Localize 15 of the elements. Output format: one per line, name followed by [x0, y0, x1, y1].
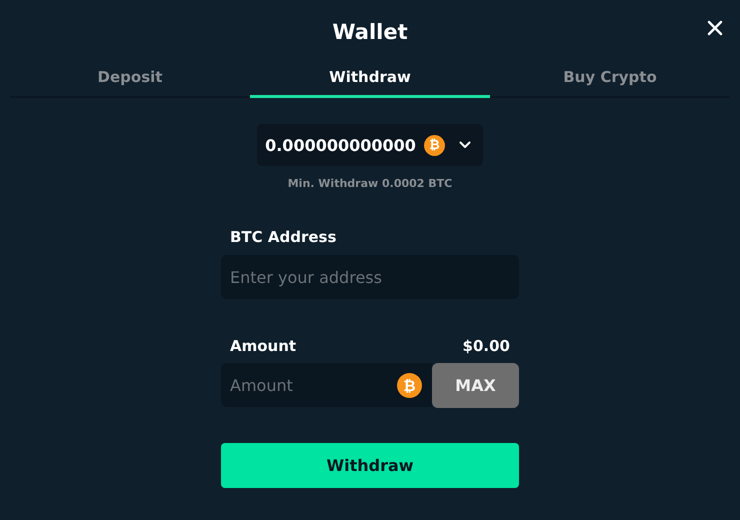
currency-selector[interactable]: 0.000000000000 ₿ [257, 124, 483, 166]
usd-value: $0.00 [462, 337, 511, 355]
field-label: Amount [229, 337, 298, 355]
tab[interactable]: Deposit [10, 60, 250, 98]
tab[interactable]: Buy Crypto [490, 60, 730, 98]
field-label: BTC Address [229, 228, 338, 246]
caret-icon [458, 141, 471, 149]
withdraw-button[interactable]: Withdraw [221, 443, 519, 488]
min-withdraw-note: Min. Withdraw 0.0002 BTC [288, 177, 452, 190]
max-button[interactable]: MAX [432, 363, 519, 408]
tab[interactable]: Withdraw [250, 60, 490, 98]
window-title: Wallet [332, 19, 408, 46]
coin-icon: ₿ [424, 134, 445, 156]
close-icon[interactable] [707, 20, 723, 36]
address-field[interactable]: Enter your address [221, 255, 519, 299]
